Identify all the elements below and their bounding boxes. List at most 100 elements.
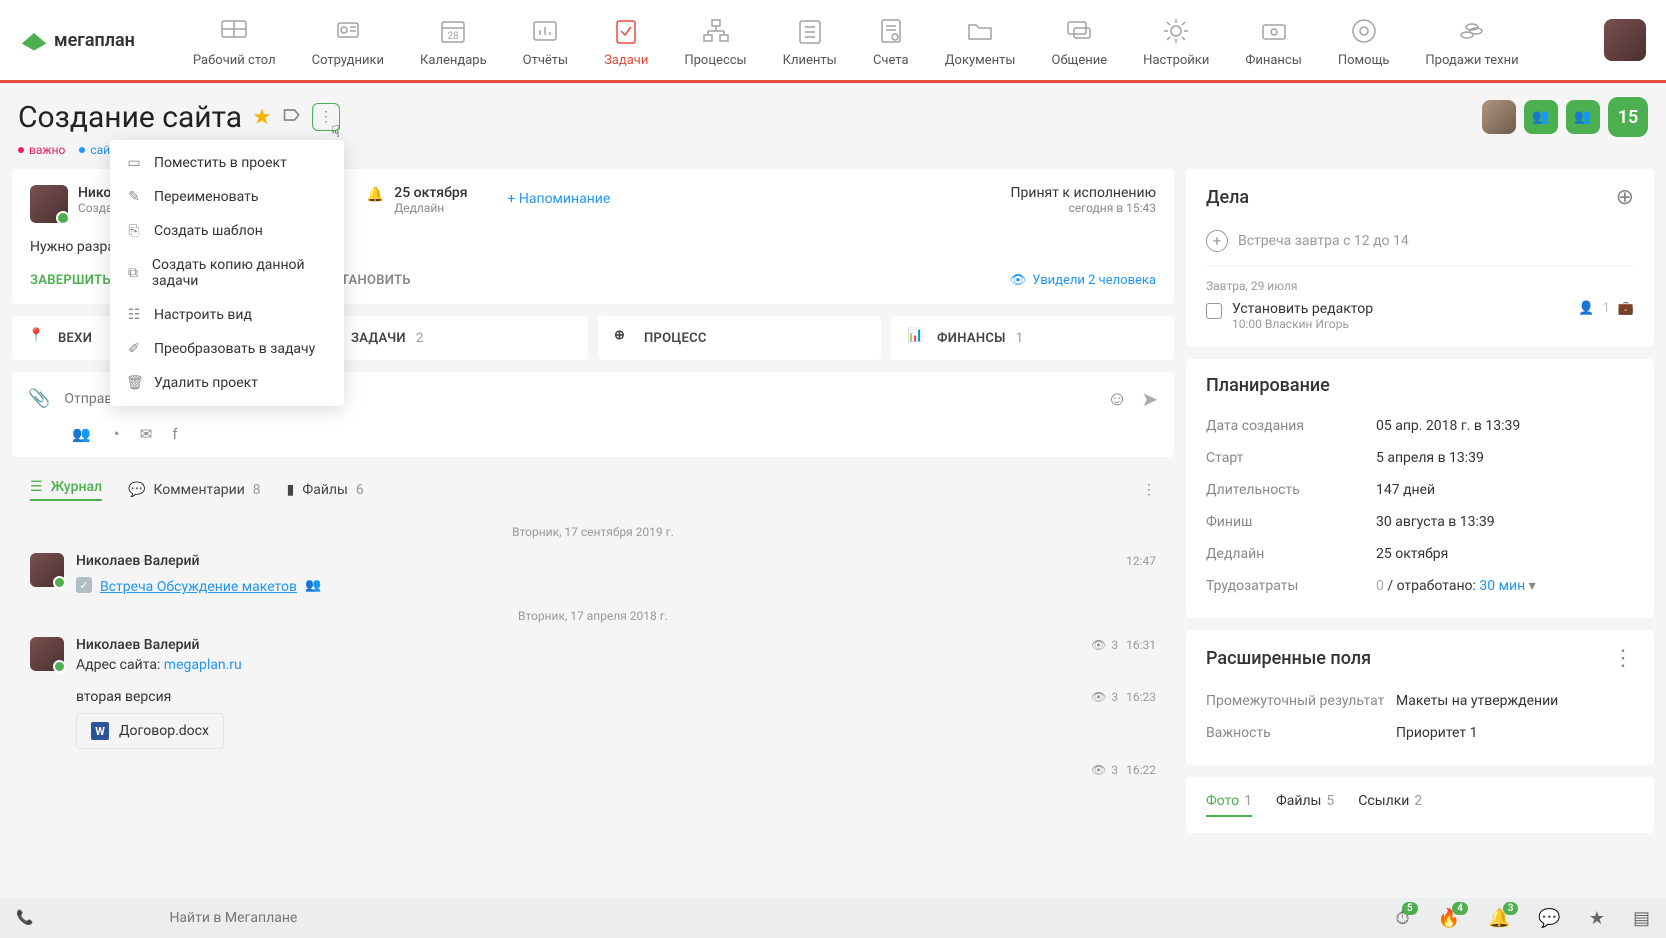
quick-add-meeting[interactable]: +Встреча завтра с 12 до 14 bbox=[1206, 224, 1634, 267]
deadline-label: Дедлайн bbox=[394, 201, 467, 215]
dd-copy-task[interactable]: ⧉Создать копию данной задачи bbox=[110, 248, 344, 298]
fire-icon[interactable]: 🔥4 bbox=[1438, 908, 1460, 929]
worked-time-link[interactable]: 30 мин bbox=[1479, 578, 1525, 594]
nav-desktop[interactable]: Рабочий стол bbox=[175, 13, 294, 68]
library-icon[interactable]: ▤ bbox=[1633, 908, 1650, 929]
status-time: сегодня в 15:43 bbox=[1011, 201, 1156, 215]
entry-author: Николаев Валерий bbox=[76, 637, 200, 653]
nav-chat[interactable]: Общение bbox=[1034, 13, 1126, 68]
facebook-icon[interactable]: f bbox=[172, 425, 177, 443]
journal-entry: Николаев Валерий 12:47 ✓ Встреча Обсужден… bbox=[30, 553, 1156, 595]
entry-content: вторая версия bbox=[76, 689, 171, 705]
add-reminder-link[interactable]: + Напоминание bbox=[507, 191, 610, 207]
add-deal-icon[interactable]: ⊕ bbox=[1616, 185, 1634, 210]
people-icon[interactable]: 👥 bbox=[72, 425, 91, 443]
nav-finance[interactable]: Финансы bbox=[1227, 13, 1320, 68]
tag-important[interactable]: важно bbox=[18, 143, 65, 157]
more-actions-button[interactable]: ⋮ ☟ bbox=[312, 103, 340, 131]
deals-title: Дела bbox=[1206, 187, 1249, 208]
files-panel: Фото1 Файлы5 Ссылки2 bbox=[1186, 777, 1654, 833]
nav-calendar[interactable]: 28Календарь bbox=[402, 13, 505, 68]
subtab-files[interactable]: Файлы5 bbox=[1276, 793, 1334, 817]
svg-text:28: 28 bbox=[448, 31, 460, 42]
tab-tasks[interactable]: ↻ЗАДАЧИ2 bbox=[305, 316, 588, 360]
team-badge-icon[interactable]: 👥 bbox=[1524, 100, 1558, 134]
nav-tasks[interactable]: Задачи bbox=[586, 13, 666, 68]
nav-help[interactable]: Помощь bbox=[1320, 13, 1408, 68]
notifications-icon[interactable]: 🔔3 bbox=[1488, 908, 1510, 929]
extra-fields-panel: Расширенные поля⋮ Промежуточный результа… bbox=[1186, 630, 1654, 765]
dd-convert-to-task[interactable]: ✐Преобразовать в задачу bbox=[110, 332, 344, 366]
attachment-icon[interactable]: 📎 bbox=[28, 388, 50, 409]
subtab-links[interactable]: Ссылки2 bbox=[1358, 793, 1422, 817]
mail-icon[interactable]: ✉ bbox=[140, 425, 153, 443]
journal-more-icon[interactable]: ⋮ bbox=[1142, 482, 1156, 498]
checkbox-done-icon[interactable]: ✓ bbox=[76, 577, 92, 593]
tab-comments[interactable]: 💬Комментарии8 bbox=[128, 482, 261, 498]
subtab-photo[interactable]: Фото1 bbox=[1206, 793, 1252, 817]
messages-icon[interactable]: 💬 bbox=[1538, 908, 1560, 929]
dd-customize-view[interactable]: ☷Настроить вид bbox=[110, 298, 344, 332]
nav-settings[interactable]: Настройки bbox=[1125, 13, 1227, 68]
entry-time: 12:47 bbox=[1126, 554, 1156, 568]
extra-title: Расширенные поля bbox=[1206, 648, 1371, 669]
tab-process[interactable]: ⊕ПРОЦЕСС bbox=[598, 316, 881, 360]
complete-button[interactable]: ЗАВЕРШИТЬ bbox=[30, 273, 111, 288]
participant-avatar[interactable] bbox=[1482, 100, 1516, 134]
dd-move-to-project[interactable]: ▭Поместить в проект bbox=[110, 146, 344, 180]
site-link[interactable]: megaplan.ru bbox=[164, 657, 242, 673]
entry-meta: 👁316:23 bbox=[1091, 690, 1156, 704]
file-attachment[interactable]: WДоговор.docx bbox=[76, 713, 224, 749]
urgent-icon[interactable]: ⏱5 bbox=[1396, 908, 1410, 929]
dd-delete-project[interactable]: 🗑Удалить проект bbox=[110, 366, 344, 400]
entry-meta: 👁316:22 bbox=[1091, 763, 1156, 777]
nav-employees[interactable]: Сотрудники bbox=[294, 13, 402, 68]
send-icon[interactable]: ➤ bbox=[1141, 387, 1158, 411]
tag-icon[interactable] bbox=[282, 105, 302, 129]
comment-icon: 💬 bbox=[128, 482, 145, 498]
todo-checkbox[interactable] bbox=[1206, 303, 1222, 319]
clock-icon[interactable]: ◔ bbox=[111, 425, 120, 443]
nav-invoices[interactable]: Счета bbox=[855, 13, 927, 68]
dd-create-template[interactable]: ⎘Создать шаблон bbox=[110, 214, 344, 248]
convert-icon: ✐ bbox=[126, 341, 142, 357]
star-icon[interactable]: ★ bbox=[252, 105, 272, 130]
top-navbar: мегаплан Рабочий стол Сотрудники 28Кален… bbox=[0, 0, 1666, 83]
owner-avatar[interactable] bbox=[30, 185, 68, 223]
layout-icon: ☷ bbox=[126, 307, 142, 323]
seen-by-link[interactable]: 👁Увидели 2 человека bbox=[1010, 273, 1156, 288]
tab-finance[interactable]: 📊ФИНАНСЫ1 bbox=[891, 316, 1174, 360]
page-title: Создание сайта bbox=[18, 100, 242, 135]
todo-item[interactable]: Установить редактор 10:00 Власкин Игорь … bbox=[1206, 301, 1634, 331]
team-badge-icon-2[interactable]: 👥 bbox=[1566, 100, 1600, 134]
team-count-badge[interactable]: 15 bbox=[1608, 97, 1648, 137]
nav-processes[interactable]: Процессы bbox=[666, 13, 764, 68]
eye-icon: 👁 bbox=[1010, 273, 1027, 288]
brand-logo[interactable]: мегаплан bbox=[20, 26, 135, 54]
nav-documents[interactable]: Документы bbox=[927, 13, 1034, 68]
tab-journal[interactable]: ☰Журнал bbox=[30, 479, 102, 501]
pause-button[interactable]: ТАНОВИТЬ bbox=[341, 273, 411, 288]
nav-clients[interactable]: Клиенты bbox=[765, 13, 855, 68]
planning-title: Планирование bbox=[1206, 375, 1634, 396]
global-search-input[interactable] bbox=[163, 904, 823, 932]
plus-circle-icon: + bbox=[1206, 230, 1228, 252]
nav-reports[interactable]: Отчёты bbox=[505, 13, 586, 68]
extra-more-icon[interactable]: ⋮ bbox=[1612, 646, 1634, 671]
user-avatar[interactable] bbox=[1604, 19, 1646, 61]
folder-icon: ▭ bbox=[126, 155, 142, 171]
list-icon: ☰ bbox=[30, 479, 43, 495]
nav-sales[interactable]: Продажи техни bbox=[1407, 13, 1536, 68]
entry-author: Николаев Валерий bbox=[76, 553, 200, 569]
phone-icon[interactable]: 📞 bbox=[16, 910, 33, 926]
emoji-icon[interactable]: ☺ bbox=[1107, 386, 1127, 411]
entry-avatar[interactable] bbox=[30, 553, 64, 587]
meeting-link[interactable]: Встреча Обсуждение макетов bbox=[100, 579, 297, 595]
chart-icon: 📊 bbox=[907, 328, 927, 348]
flag-icon: 📍 bbox=[28, 328, 48, 348]
entry-avatar[interactable] bbox=[30, 637, 64, 671]
dd-rename[interactable]: ✎Переименовать bbox=[110, 180, 344, 214]
file-icon: ▮ bbox=[287, 482, 295, 498]
favorites-icon[interactable]: ★ bbox=[1589, 908, 1605, 929]
tab-files[interactable]: ▮Файлы6 bbox=[287, 482, 364, 498]
